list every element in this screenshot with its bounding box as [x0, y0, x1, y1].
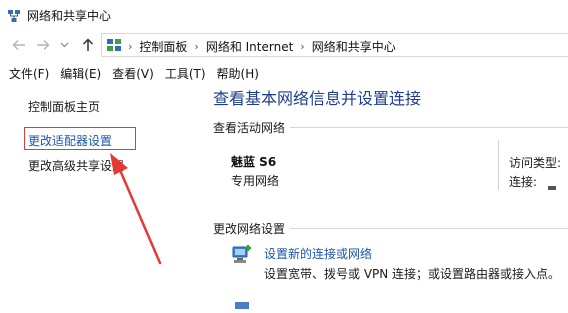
breadcrumb-item-control-panel[interactable]: 控制面板	[139, 38, 187, 55]
address-bar[interactable]: › 控制面板 › 网络和 Internet › 网络和共享中心	[101, 33, 568, 57]
breadcrumb-item-network-internet[interactable]: 网络和 Internet	[206, 38, 293, 55]
network-type: 专用网络	[231, 174, 280, 188]
menu-bar: 文件(F) 编辑(E) 查看(V) 工具(T) 帮助(H)	[0, 62, 568, 84]
menu-file[interactable]: 文件(F)	[0, 65, 54, 82]
setup-new-connection-link[interactable]: 设置新的连接或网络	[264, 245, 372, 262]
arrow-left-icon[interactable]	[10, 36, 28, 54]
active-networks-heading: 查看活动网络	[213, 121, 286, 135]
chevron-down-icon[interactable]	[58, 36, 70, 54]
change-network-settings-heading: 更改网络设置	[213, 222, 286, 236]
breadcrumb-item-network-sharing-center[interactable]: 网络和共享中心	[312, 38, 396, 55]
menu-edit[interactable]: 编辑(E)	[54, 65, 106, 82]
page-title: 查看基本网络信息并设置连接	[213, 89, 422, 108]
menu-tools[interactable]: 工具(T)	[159, 65, 211, 82]
menu-view[interactable]: 查看(V)	[106, 65, 159, 82]
menu-help[interactable]: 帮助(H)	[211, 65, 264, 82]
change-advanced-sharing-settings-link[interactable]: 更改高级共享设置	[28, 157, 124, 174]
divider	[290, 127, 568, 128]
control-panel-home-link[interactable]: 控制面板主页	[28, 98, 100, 115]
network-name: 魅蓝 S6	[231, 155, 277, 169]
change-adapter-settings-link[interactable]: 更改适配器设置	[28, 132, 112, 149]
breadcrumb-separator[interactable]: ›	[300, 40, 304, 53]
divider	[498, 140, 499, 190]
breadcrumb-separator[interactable]: ›	[194, 40, 198, 53]
network-sharing-icon	[7, 8, 21, 27]
connection-label: 连接:	[509, 175, 538, 189]
new-connection-icon[interactable]	[230, 243, 254, 271]
control-panel-icon	[106, 37, 122, 57]
breadcrumb: › 控制面板 › 网络和 Internet › 网络和共享中心	[128, 38, 396, 55]
arrow-up-icon[interactable]	[79, 36, 97, 54]
access-type-label: 访问类型:	[509, 156, 562, 170]
troubleshoot-icon	[234, 294, 250, 313]
setup-new-connection-description: 设置宽带、拨号或 VPN 连接；或设置路由器或接入点。	[264, 267, 561, 281]
connection-value-icon[interactable]	[548, 175, 556, 190]
title-bar: 网络和共享中心	[0, 0, 568, 30]
breadcrumb-separator[interactable]: ›	[128, 40, 132, 53]
arrow-right-icon[interactable]	[34, 36, 52, 54]
window-title: 网络和共享中心	[27, 9, 112, 23]
divider	[290, 228, 568, 229]
address-row: › 控制面板 › 网络和 Internet › 网络和共享中心	[0, 30, 568, 60]
